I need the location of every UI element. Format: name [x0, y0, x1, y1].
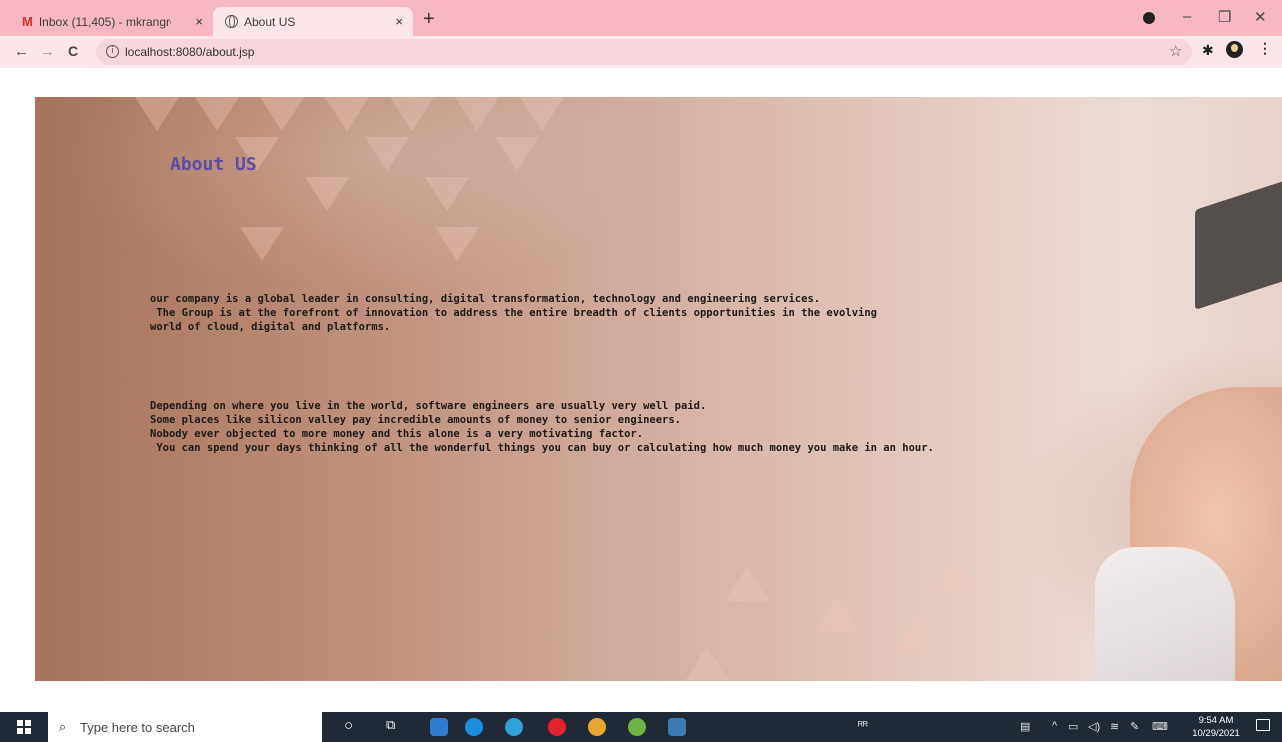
bookmark-star-icon[interactable]: ☆ [1169, 42, 1182, 60]
edge-icon[interactable] [505, 718, 523, 736]
salary-paragraph: Depending on where you live in the world… [150, 400, 934, 454]
decor-triangle [325, 97, 369, 131]
forward-button[interactable]: → [40, 43, 55, 60]
page-title: About US [170, 154, 257, 175]
hero-background: About US our company is a global leader … [35, 97, 1282, 681]
system-clock[interactable]: 9:54 AM 10/29/2021 [1186, 714, 1246, 740]
info-icon[interactable]: i [106, 45, 119, 58]
tab-close-icon[interactable]: × [395, 14, 403, 29]
menu-icon[interactable]: ⋮ [1258, 40, 1272, 57]
page-body: About US our company is a global leader … [0, 68, 1282, 681]
battery-icon[interactable]: ▭ [1068, 720, 1078, 733]
decor-triangle [455, 97, 499, 131]
clock-date: 10/29/2021 [1192, 728, 1240, 739]
decor-triangle [520, 97, 564, 131]
decor-triangle [260, 97, 304, 131]
clock-time: 9:54 AM [1198, 715, 1234, 726]
reload-button[interactable]: C [68, 43, 78, 59]
wifi-icon[interactable]: ≋ [1110, 720, 1119, 733]
chrome-icon[interactable] [588, 718, 606, 736]
sleeve-image [1095, 547, 1235, 681]
decor-triangle [305, 177, 349, 211]
volume-icon[interactable]: ◁) [1088, 720, 1100, 733]
taskbar-search[interactable]: ⌕ Type here to search [48, 712, 322, 742]
decor-triangle [435, 227, 479, 261]
show-hidden-icons-icon[interactable]: ^ [1052, 720, 1057, 732]
tab-close-icon[interactable]: × [195, 14, 203, 29]
url-text[interactable]: localhost:8080/about.jsp [125, 45, 254, 59]
skype-icon[interactable] [465, 718, 483, 736]
tab-title: Inbox (11,405) - mkrangrej@gma [38, 14, 171, 29]
minimize-button[interactable]: – [1183, 8, 1191, 25]
avatar[interactable] [1226, 41, 1243, 58]
mail-icon[interactable] [430, 718, 448, 736]
opera-icon[interactable] [548, 718, 566, 736]
extensions-icon[interactable]: ✱ [1202, 42, 1214, 59]
mysql-workbench-icon[interactable] [668, 718, 686, 736]
search-icon: ⌕ [59, 719, 67, 734]
windows-taskbar: ⌕ Type here to search ○ ⧉ ᴿᴿ ▤ ^ ▭ ◁) ≋ … [0, 712, 1282, 742]
cortana-icon[interactable]: ○ [344, 717, 353, 734]
decor-triangle [135, 97, 179, 131]
new-tab-button[interactable]: + [423, 9, 435, 29]
restore-button[interactable]: ❐ [1218, 8, 1231, 26]
decor-triangle [725, 567, 769, 601]
tab-title: About US [244, 14, 296, 29]
decor-triangle [685, 647, 729, 681]
device-image [1195, 174, 1282, 310]
profile-indicator-icon[interactable] [1143, 12, 1155, 24]
task-view-icon[interactable]: ⧉ [386, 717, 395, 733]
decor-triangle [895, 617, 939, 651]
decor-triangle [390, 97, 434, 131]
decor-triangle [195, 97, 239, 131]
people-icon[interactable]: ᴿᴿ [858, 720, 868, 732]
tab-inbox[interactable]: M Inbox (11,405) - mkrangrej@gma × [8, 7, 213, 36]
browser-toolbar: ← → C i localhost:8080/about.jsp ☆ [0, 36, 1282, 68]
decor-triangle [815, 597, 859, 631]
globe-icon [225, 15, 238, 28]
close-window-button[interactable]: ✕ [1254, 8, 1267, 26]
company-paragraph: our company is a global leader in consul… [150, 293, 877, 333]
decor-triangle [935, 557, 979, 591]
search-input[interactable]: Type here to search [80, 720, 195, 735]
back-button[interactable]: ← [14, 43, 29, 60]
pen-icon[interactable]: ✎ [1130, 720, 1139, 733]
decor-triangle [365, 137, 409, 171]
news-icon[interactable]: ▤ [1020, 720, 1030, 733]
keyboard-icon[interactable]: ⌨ [1152, 720, 1168, 733]
notification-icon[interactable] [1256, 719, 1270, 731]
decor-triangle [425, 177, 469, 211]
decor-triangle [495, 137, 539, 171]
tab-about-us[interactable]: About US × [213, 7, 413, 36]
browser-tab-strip: M Inbox (11,405) - mkrangrej@gma × About… [0, 0, 1282, 36]
decor-triangle [240, 227, 284, 261]
gmail-icon: M [22, 14, 33, 29]
spring-icon[interactable] [628, 718, 646, 736]
windows-start-icon[interactable] [17, 720, 31, 734]
address-bar[interactable]: i localhost:8080/about.jsp ☆ [96, 39, 1192, 65]
